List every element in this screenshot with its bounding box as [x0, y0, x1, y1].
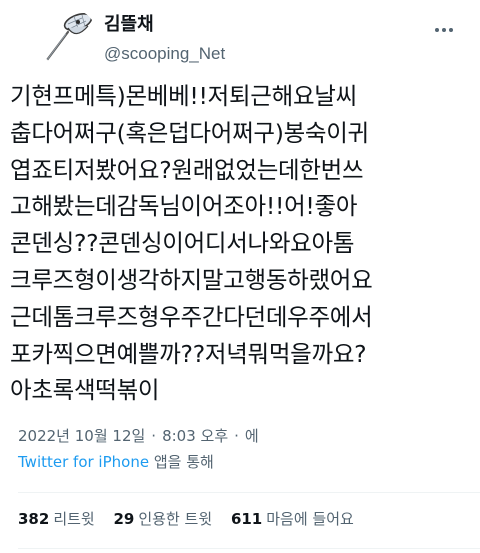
- divider: [18, 492, 480, 493]
- tweet-stats: 382 리트윗 29 인용한 트윗 611 마음에 들어요: [18, 508, 368, 530]
- tweet-text-line: 춥다어쩌구(혹은덥다어쩌구)봉숙이귀: [10, 118, 369, 147]
- likes-count: 611: [230, 510, 263, 528]
- tweet-timestamp[interactable]: 2022년 10월 12일 · 8:03 오후 · 에: [18, 425, 259, 447]
- meta-separator: ·: [151, 427, 157, 445]
- likes-stat[interactable]: 611 마음에 들어요: [231, 508, 354, 530]
- tweet-text: 기현프메특)몬베베!!저퇴근해요날씨 춥다어쩌구(혹은덥다어쩌구)봉숙이귀 엽죠…: [10, 78, 476, 409]
- tweet-text-line: 크루즈형이생각하지말고행동하랬어요: [10, 265, 373, 294]
- tweet-text-line: 아초록색떡볶이: [10, 376, 160, 405]
- tweet-date: 2022년 10월 12일: [18, 427, 146, 445]
- tweet-time: 8:03 오후: [162, 427, 229, 445]
- more-options-icon: [434, 28, 455, 32]
- divider: [18, 548, 480, 549]
- meta-suffix: 에: [244, 427, 259, 445]
- tweet-text-line: 근데톰크루즈형우주간다던데우주에서: [10, 302, 373, 331]
- tweet-source: Twitter for iPhone 앱을 통해: [18, 451, 214, 473]
- retweets-count: 382: [18, 510, 50, 528]
- tweet-text-line: 고해봤는데감독님이어조아!!어!좋아: [10, 192, 358, 221]
- author-display-name[interactable]: 김뜰채: [104, 14, 225, 36]
- tweet-text-line: 기현프메특)몬베베!!저퇴근해요날씨: [10, 82, 357, 110]
- scoop-net-avatar-icon: [45, 13, 93, 62]
- retweets-label: 리트윗: [53, 510, 95, 528]
- source-suffix: 앱을 통해: [149, 453, 214, 471]
- likes-label: 마음에 들어요: [266, 510, 354, 528]
- retweets-stat[interactable]: 382 리트윗: [18, 508, 95, 530]
- meta-separator: ·: [234, 427, 239, 445]
- quote-tweets-count: 29: [113, 510, 135, 528]
- tweet-text-line: 콘덴싱??콘덴싱이어디서나와요아톰: [10, 229, 355, 258]
- quote-tweets-stat[interactable]: 29 인용한 트윗: [114, 508, 213, 530]
- quote-tweets-label: 인용한 트윗: [138, 510, 213, 528]
- avatar[interactable]: [38, 8, 98, 68]
- tweet-text-line: 포카찍으면예쁠까??저녁뭐먹을까요?: [10, 339, 367, 368]
- author-handle[interactable]: @scooping_Net: [104, 42, 225, 66]
- tweet-header: 김뜰채 @scooping_Net: [16, 8, 464, 68]
- tweet-text-line: 엽죠티저봤어요?원래없었는데한번쓰: [10, 155, 364, 184]
- tweet-card: 김뜰채 @scooping_Net 기현프메특)몬베베!!저퇴근해요날씨 춥다어…: [0, 0, 480, 553]
- source-app-link[interactable]: Twitter for iPhone: [18, 453, 149, 471]
- more-options-button[interactable]: [432, 18, 456, 42]
- author-names: 김뜰채 @scooping_Net: [104, 14, 225, 66]
